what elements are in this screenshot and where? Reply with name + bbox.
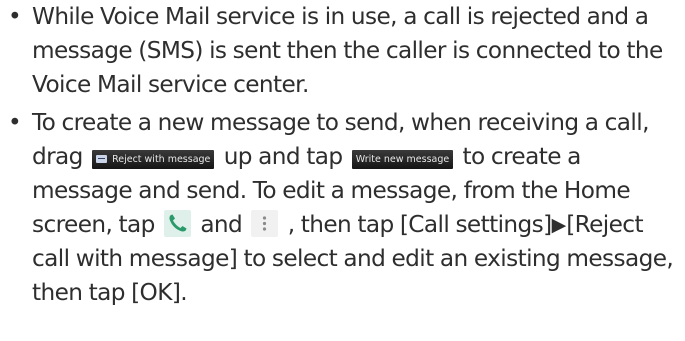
message-icon xyxy=(96,155,108,163)
instruction-document: • While Voice Mail service is in use, a … xyxy=(8,0,678,314)
bullet-new-message: • To create a new message to send, when … xyxy=(8,106,678,310)
bullet-text: While Voice Mail service is in use, a ca… xyxy=(32,3,663,98)
phone-icon xyxy=(164,210,192,237)
bullet-text-part: and xyxy=(200,211,243,238)
write-new-message-button: Write new message xyxy=(351,150,454,169)
bullet-marker: • xyxy=(8,3,22,30)
bullet-voice-mail: • While Voice Mail service is in use, a … xyxy=(8,0,678,102)
bullet-marker: • xyxy=(8,109,22,136)
reject-with-message-label: Reject with message xyxy=(112,154,211,165)
arrow-right-icon: ▶ xyxy=(551,214,567,236)
reject-with-message-button: Reject with message xyxy=(92,150,215,169)
write-new-message-label: Write new message xyxy=(355,154,450,165)
bullet-text-part: up and tap xyxy=(223,143,343,170)
menu-icon xyxy=(251,210,279,237)
bullet-text-part: , then tap [Call settings] xyxy=(287,211,552,238)
